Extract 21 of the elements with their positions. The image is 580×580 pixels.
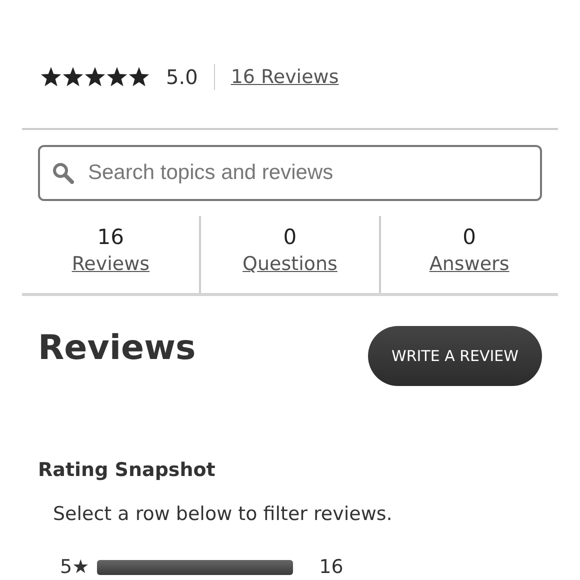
search-field[interactable]: Search topics and reviews — [38, 145, 542, 201]
star-icon — [84, 67, 106, 88]
reviews-link[interactable]: 16 Reviews — [230, 62, 339, 92]
star-icon — [40, 67, 62, 88]
star-icon — [128, 67, 150, 88]
rating-value: 5.0 — [166, 64, 198, 91]
stat-count: 0 — [282, 224, 298, 250]
stat-link[interactable]: Questions — [242, 253, 338, 276]
snapshot-title: Rating Snapshot — [38, 458, 216, 483]
rating-count: 16 — [319, 554, 344, 580]
star-icon — [62, 67, 84, 88]
stat-link[interactable]: Answers — [429, 253, 510, 276]
snapshot-hint: Select a row below to filter reviews. — [53, 502, 394, 528]
rating-bar[interactable] — [97, 560, 294, 574]
rating-label[interactable]: 5★ — [60, 552, 90, 580]
stat-link[interactable]: Reviews — [72, 253, 150, 276]
star-icon — [106, 67, 128, 88]
stat-count: 0 — [462, 224, 477, 250]
write-review-button[interactable]: WRITE A REVIEW — [368, 326, 542, 386]
section-heading: Reviews — [38, 328, 196, 369]
stat-count: 16 — [96, 224, 126, 250]
